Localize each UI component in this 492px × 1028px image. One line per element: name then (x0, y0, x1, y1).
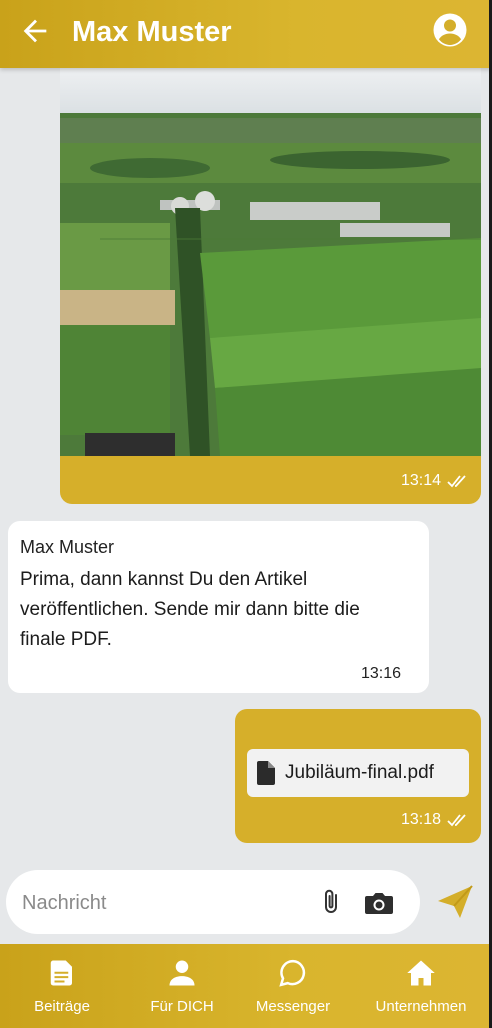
bottom-navigation: Beiträge Für DICH Messenger Unternehmen (0, 944, 492, 1028)
home-icon (407, 960, 435, 986)
nav-item-fuer-dich[interactable]: Für DICH (127, 958, 237, 1015)
nav-label: Messenger (255, 998, 331, 1015)
message-meta: 13:14 (401, 472, 469, 490)
nav-label: Für DICH (150, 998, 214, 1015)
double-check-icon (447, 475, 466, 488)
app-bar: Max Muster (0, 0, 492, 68)
incoming-text-message[interactable]: Max Muster Prima, dann kannst Du den Art… (8, 521, 429, 693)
camera-icon[interactable] (364, 890, 394, 916)
file-name: Jubiläum-final.pdf (285, 762, 434, 783)
aerial-farm-photo[interactable] (60, 68, 481, 456)
nav-label: Beiträge (34, 998, 90, 1015)
chat-bubble-icon (279, 959, 306, 987)
outgoing-file-message[interactable]: Jubiläum-final.pdf 13:18 (235, 709, 481, 843)
person-icon (169, 960, 195, 986)
message-input[interactable] (20, 884, 304, 922)
message-composer (6, 870, 420, 934)
account-circle-icon[interactable] (432, 12, 468, 48)
nav-item-beitraege[interactable]: Beiträge (7, 958, 117, 1015)
file-attachment[interactable]: Jubiläum-final.pdf (247, 749, 469, 797)
document-icon (257, 761, 275, 785)
message-meta: 13:18 (401, 811, 469, 829)
nav-item-messenger[interactable]: Messenger (238, 958, 348, 1015)
outgoing-image-message[interactable]: 13:14 (60, 68, 481, 504)
paperclip-icon[interactable] (320, 888, 342, 916)
send-icon[interactable] (436, 884, 474, 920)
nav-label: Unternehmen (375, 998, 467, 1015)
nav-item-unternehmen[interactable]: Unternehmen (366, 958, 476, 1015)
message-time: 13:16 (360, 665, 401, 682)
double-check-icon (447, 814, 466, 827)
message-time: 13:14 (400, 472, 441, 489)
message-sender: Max Muster (20, 537, 115, 557)
message-time: 13:18 (400, 811, 441, 828)
message-text: Prima, dann kannst Du den Artikel veröff… (20, 569, 360, 650)
message-list[interactable]: 13:14 Max Muster Prima, dann kannst Du d… (0, 68, 492, 868)
chat-title: Max Muster (72, 16, 232, 48)
article-icon (50, 960, 72, 986)
arrow-left-icon[interactable] (18, 14, 52, 48)
